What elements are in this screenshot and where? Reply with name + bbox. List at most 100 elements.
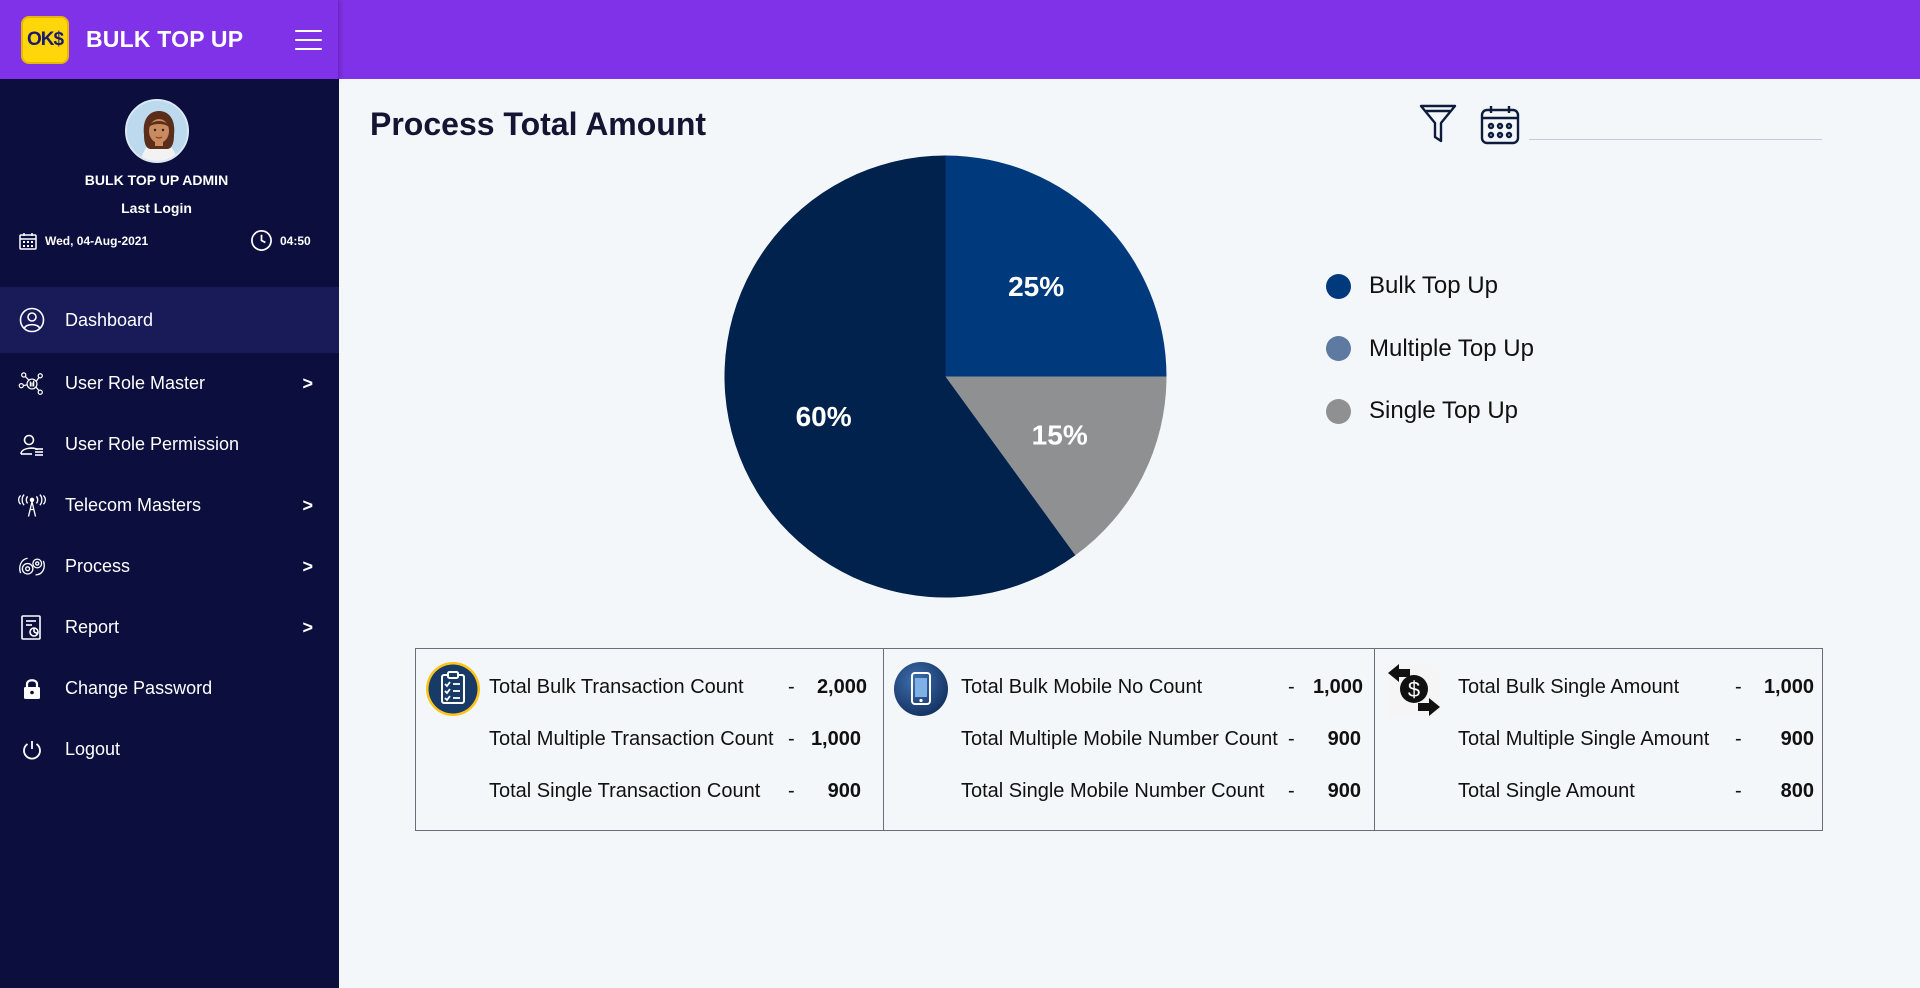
summary-dash: - — [1288, 728, 1295, 750]
pie-slice-bulk-top-up[interactable] — [945, 155, 1167, 377]
network-icon — [18, 370, 46, 398]
calendar-icon — [19, 233, 37, 250]
summary-row: Total Single Transaction Count — [489, 780, 760, 803]
logo-text: OK$ — [26, 28, 64, 50]
chevron-right-icon: > — [302, 373, 313, 393]
summary-label: Total Bulk Single Amount — [1458, 676, 1680, 698]
summary-dash: - — [1288, 676, 1295, 698]
filter-icon[interactable] — [1418, 103, 1458, 145]
gears-icon — [18, 553, 46, 581]
hamburger-menu-icon[interactable] — [295, 30, 322, 50]
chevron-right-icon: > — [302, 495, 313, 515]
svg-text:$: $ — [1408, 677, 1420, 702]
pie-slice-label: 15% — [1032, 420, 1088, 451]
summary-value: 1,000 — [810, 728, 861, 750]
lock-icon — [18, 675, 46, 703]
legend-dot — [1326, 273, 1351, 299]
summary-label: Total Multiple Mobile Number Count — [961, 728, 1278, 750]
calendar-picker-icon[interactable] — [1479, 104, 1521, 146]
summary-label: Total Single Mobile Number Count — [961, 780, 1265, 802]
summary-dash: - — [788, 780, 795, 802]
summary-row: Total Bulk Transaction Count — [489, 676, 744, 699]
clipboard-checklist-icon — [425, 661, 481, 717]
summary-value: 1,000 — [1312, 676, 1363, 698]
sidebar-item-report[interactable]: Report > — [0, 597, 339, 658]
sidebar-item-label: Dashboard — [65, 309, 154, 330]
summary-row: Total Multiple Transaction Count — [489, 728, 774, 751]
brand-header: OK$ BULK TOP UP — [0, 0, 339, 79]
user-list-icon — [18, 431, 46, 459]
summary-row: Total Multiple Mobile Number Count — [961, 728, 1278, 751]
sidebar: BULK TOP UP ADMIN Last Login Wed, 04-Aug… — [0, 79, 339, 988]
summary-row: Total Single Amount — [1458, 780, 1635, 803]
pie-slice-label: 60% — [796, 401, 852, 432]
sidebar-item-telecom-masters[interactable]: Telecom Masters > — [0, 475, 339, 536]
summary-label: Total Single Amount — [1458, 780, 1635, 802]
summary-dash: - — [1735, 728, 1742, 750]
summary-row: Total Multiple Single Amount — [1458, 728, 1709, 751]
summary-dash: - — [1288, 780, 1295, 802]
sidebar-menu: Dashboard User Role Master > User Role P… — [0, 287, 339, 780]
legend-dot — [1326, 398, 1351, 424]
user-name: BULK TOP UP ADMIN — [84, 172, 229, 188]
summary-dash: - — [1735, 780, 1742, 802]
summary-transactions: Total Bulk Transaction Count Total Multi… — [416, 649, 884, 830]
legend-item[interactable]: Bulk Top Up — [1326, 255, 1534, 318]
power-icon — [18, 736, 46, 764]
summary-value: 900 — [1327, 780, 1361, 802]
summary-value: 900 — [1327, 728, 1361, 750]
sidebar-item-logout[interactable]: Logout — [0, 719, 339, 780]
report-icon — [18, 614, 46, 642]
summary-value: 900 — [827, 780, 861, 802]
sidebar-item-label: User Role Permission — [65, 434, 240, 454]
user-circle-icon — [18, 306, 46, 334]
app-logo: OK$ — [21, 15, 69, 64]
money-exchange-icon: $ — [1384, 661, 1440, 717]
legend-dot — [1326, 336, 1351, 362]
summary-label: Total Bulk Transaction Count — [489, 676, 744, 698]
summary-value: 2,000 — [816, 676, 867, 698]
pie-chart: 25% 15% 60% — [724, 155, 1167, 598]
summary-row: Total Single Mobile Number Count — [961, 780, 1265, 803]
avatar — [125, 99, 189, 163]
clock-icon — [251, 230, 272, 251]
summary-label: Total Single Transaction Count — [489, 780, 761, 802]
sidebar-item-label: Process — [65, 556, 131, 576]
antenna-tower-icon — [18, 492, 46, 520]
summary-dash: - — [1735, 676, 1742, 698]
last-login-label: Last Login — [121, 200, 192, 216]
login-time: 04:50 — [250, 229, 311, 252]
chevron-right-icon: > — [302, 556, 313, 576]
legend-label: Bulk Top Up — [1369, 272, 1498, 300]
summary-dash: - — [788, 728, 795, 750]
legend-item[interactable]: Multiple Top Up — [1326, 318, 1534, 381]
summary-mobile-numbers: Total Bulk Mobile No Count Total Multipl… — [884, 649, 1375, 830]
summary-value: 900 — [1780, 728, 1814, 750]
sidebar-item-label: User Role Master — [65, 373, 206, 393]
legend-item[interactable]: Single Top Up — [1326, 380, 1534, 443]
login-date: Wed, 04-Aug-2021 — [18, 231, 148, 251]
sidebar-item-label: Telecom Masters — [65, 495, 202, 515]
login-date-text: Wed, 04-Aug-2021 — [45, 234, 149, 248]
page-title: Process Total Amount — [370, 106, 707, 142]
summary-panel: Total Bulk Transaction Count Total Multi… — [415, 648, 1823, 831]
summary-row: Total Bulk Mobile No Count — [961, 676, 1202, 699]
sidebar-item-change-password[interactable]: Change Password — [0, 658, 339, 719]
sidebar-item-label: Change Password — [65, 678, 213, 698]
summary-label: Total Multiple Transaction Count — [489, 728, 774, 750]
pie-slice-label: 25% — [1008, 271, 1064, 302]
summary-value: 1,000 — [1763, 676, 1814, 698]
login-time-text: 04:50 — [280, 233, 311, 248]
sidebar-item-user-role-master[interactable]: User Role Master > — [0, 353, 339, 414]
summary-label: Total Bulk Mobile No Count — [961, 676, 1203, 698]
sidebar-item-label: Logout — [65, 739, 121, 759]
summary-dash: - — [788, 676, 795, 698]
summary-label: Total Multiple Single Amount — [1458, 728, 1710, 750]
sidebar-item-user-role-permission[interactable]: User Role Permission — [0, 414, 339, 475]
summary-value: 800 — [1780, 780, 1814, 802]
app-title: BULK TOP UP — [86, 26, 244, 52]
date-range-input[interactable] — [1529, 118, 1822, 140]
sidebar-item-label: Report — [65, 617, 120, 637]
sidebar-item-process[interactable]: Process > — [0, 536, 339, 597]
sidebar-item-dashboard[interactable]: Dashboard — [0, 287, 339, 353]
